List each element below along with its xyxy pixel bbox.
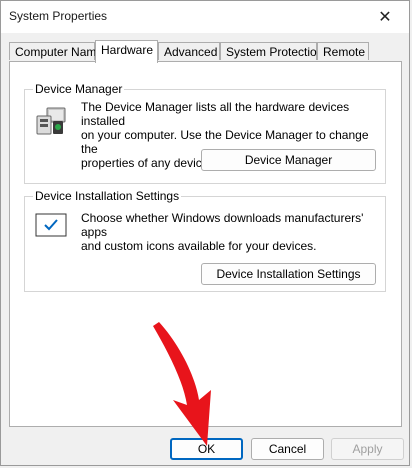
cancel-button[interactable]: Cancel [251, 438, 324, 460]
close-icon: ✕ [378, 9, 392, 26]
tab-system-protection[interactable]: System Protection [220, 42, 323, 60]
checkbox-icon [35, 213, 67, 237]
tab-hardware[interactable]: Hardware [95, 40, 158, 63]
device-installation-description-line: and custom icons available for your devi… [81, 239, 317, 253]
apply-button[interactable]: Apply [331, 438, 404, 460]
window-title: System Properties [9, 9, 108, 23]
tab-remote[interactable]: Remote [317, 42, 369, 60]
device-manager-button[interactable]: Device Manager [201, 149, 376, 171]
device-installation-group-label: Device Installation Settings [33, 189, 182, 203]
device-installation-group: Device Installation Settings Choose whet… [24, 189, 386, 292]
red-arrow-icon [153, 322, 211, 446]
device-installation-description: Choose whether Windows downloads manufac… [81, 211, 385, 253]
device-manager-icon [35, 104, 69, 138]
title-bar: System Properties ✕ [1, 1, 409, 33]
device-installation-settings-button[interactable]: Device Installation Settings [201, 263, 376, 285]
tab-advanced[interactable]: Advanced [158, 42, 220, 60]
device-manager-group-label: Device Manager [33, 82, 125, 96]
device-manager-description-line: The Device Manager lists all the hardwar… [81, 100, 350, 128]
tab-computer-name[interactable]: Computer Name [9, 42, 103, 60]
close-button[interactable]: ✕ [367, 3, 403, 31]
device-manager-group: Device Manager The Device Manager lists … [24, 82, 386, 184]
device-installation-description-line: Choose whether Windows downloads manufac… [81, 211, 364, 239]
